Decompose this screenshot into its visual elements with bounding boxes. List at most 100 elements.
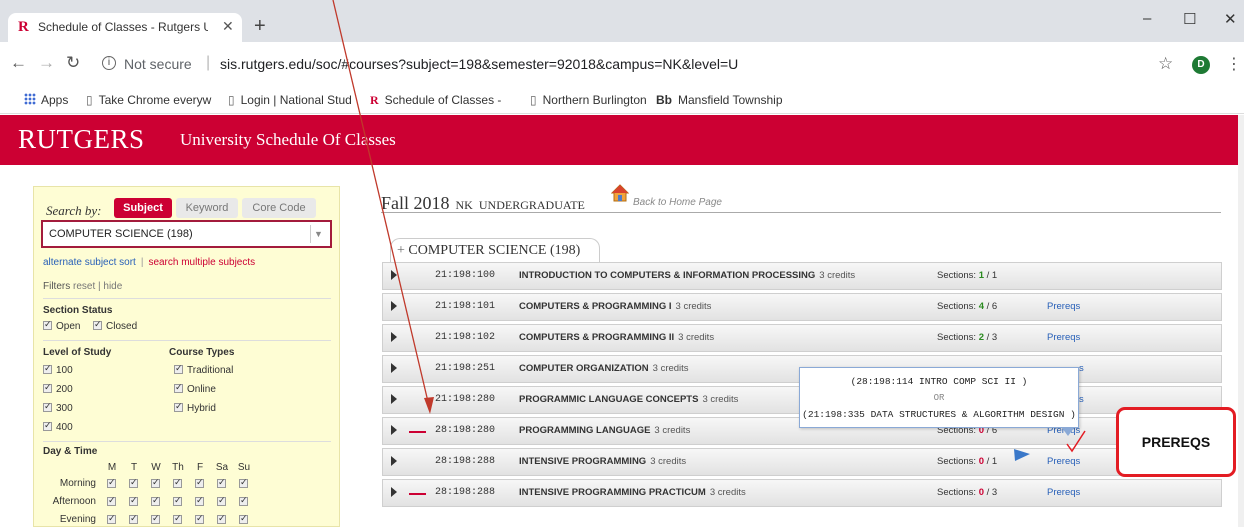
home-icon[interactable] — [611, 184, 629, 202]
course-row[interactable]: 28:198:288 INTENSIVE PROGRAMMING 3 credits… — [382, 448, 1222, 476]
checkbox-closed[interactable]: Closed — [93, 319, 137, 332]
back-arrow-icon[interactable]: ← — [10, 53, 27, 73]
day-time-checkbox[interactable] — [173, 477, 182, 488]
day-time-checkbox[interactable] — [239, 477, 248, 488]
course-row[interactable]: 21:198:101 COMPUTERS & PROGRAMMING I3 cre… — [382, 293, 1222, 321]
subject-select[interactable]: COMPUTER SCIENCE (198) ▼ — [41, 220, 332, 248]
expand-triangle-icon[interactable] — [391, 456, 397, 466]
multiple-subjects-link[interactable]: search multiple subjects — [148, 257, 255, 268]
day-time-checkbox[interactable] — [217, 477, 226, 488]
day-time-checkbox[interactable] — [151, 495, 160, 506]
day-time-checkbox[interactable] — [107, 495, 116, 506]
back-home-link[interactable]: Back to Home Page — [633, 197, 722, 208]
expand-triangle-icon[interactable] — [391, 487, 397, 497]
day-time-checkbox[interactable] — [239, 495, 248, 506]
expand-triangle-icon[interactable] — [391, 425, 397, 435]
tooltip-or: OR — [933, 393, 945, 403]
reload-icon[interactable]: ↻ — [66, 53, 80, 73]
day-time-checkbox[interactable] — [107, 477, 116, 488]
course-row[interactable]: 28:198:288 INTENSIVE PROGRAMMING PRACTICU… — [382, 479, 1222, 507]
bookmark-login[interactable]: ▯ Login | National Stud — [228, 93, 352, 107]
checkbox-online[interactable]: Online — [174, 382, 216, 395]
bookmark-apps[interactable]: Apps — [24, 93, 68, 107]
expand-triangle-icon[interactable] — [391, 301, 397, 311]
checkbox-traditional[interactable]: Traditional — [174, 363, 233, 376]
day-time-checkbox[interactable] — [195, 477, 204, 488]
tab-keyword[interactable]: Keyword — [176, 198, 238, 218]
expand-triangle-icon[interactable] — [391, 270, 397, 280]
day-time-checkbox[interactable] — [173, 513, 182, 524]
course-code: 21:198:102 — [435, 332, 496, 343]
maximize-icon[interactable]: ☐ — [1183, 10, 1196, 28]
prereqs-link[interactable]: s — [1079, 394, 1084, 405]
checkbox-level-100[interactable]: 100 — [43, 363, 73, 376]
address-bar[interactable]: i Not secure | sis.rutgers.edu/soc/#cour… — [102, 51, 1182, 79]
bookmark-northern-burlington[interactable]: ▯ Northern Burlington — [530, 93, 647, 107]
day-label: Sa — [215, 462, 229, 473]
day-time-checkbox[interactable] — [195, 495, 204, 506]
open-sections: 0 — [978, 487, 985, 498]
course-code: 21:198:100 — [435, 270, 496, 281]
bookmark-mansfield[interactable]: Bb Mansfield Township — [656, 93, 783, 107]
expand-icon[interactable]: + — [397, 243, 405, 258]
bookmark-schedule[interactable]: R Schedule of Classes - — [370, 93, 501, 108]
forward-arrow-icon[interactable]: → — [38, 53, 55, 73]
day-time-checkbox[interactable] — [129, 495, 138, 506]
checkbox-level-200[interactable]: 200 — [43, 382, 73, 395]
day-time-checkbox[interactable] — [217, 513, 226, 524]
bookmark-chrome[interactable]: ▯ Take Chrome everyw — [86, 93, 211, 107]
course-credits: 3 credits — [652, 363, 689, 374]
url-text[interactable]: sis.rutgers.edu/soc/#courses?subject=198… — [220, 56, 738, 72]
tab-subject[interactable]: Subject — [114, 198, 172, 218]
closed-dash-icon — [409, 431, 426, 433]
window-close-icon[interactable]: ✕ — [1224, 10, 1237, 28]
alternate-sort-link[interactable]: alternate subject sort — [43, 257, 136, 268]
new-tab-icon[interactable]: + — [254, 16, 266, 36]
chevron-down-icon[interactable]: ▼ — [310, 225, 326, 243]
rutgers-r-icon: R — [370, 93, 379, 107]
rutgers-logo[interactable]: RUTGERS — [18, 124, 145, 155]
checkbox-open[interactable]: Open — [43, 319, 80, 332]
prereqs-link[interactable]: s — [1079, 363, 1084, 374]
day-time-checkbox[interactable] — [173, 495, 182, 506]
expand-triangle-icon[interactable] — [391, 394, 397, 404]
profile-avatar[interactable]: D — [1192, 56, 1210, 74]
checkbox-level-400[interactable]: 400 — [43, 420, 73, 433]
course-row[interactable]: 21:198:100 INTRODUCTION TO COMPUTERS & IN… — [382, 262, 1222, 290]
day-time-checkbox[interactable] — [195, 513, 204, 524]
course-credits: 3 credits — [702, 394, 739, 405]
checkbox-level-300[interactable]: 300 — [43, 401, 73, 414]
menu-kebab-icon[interactable]: ⋮ — [1226, 54, 1242, 74]
tab-close-icon[interactable]: ✕ — [222, 18, 234, 35]
day-time-checkbox[interactable] — [217, 495, 226, 506]
tab-core-code[interactable]: Core Code — [242, 198, 316, 218]
course-row[interactable]: 21:198:102 COMPUTERS & PROGRAMMING II 3 cr… — [382, 324, 1222, 352]
day-time-checkbox[interactable] — [107, 513, 116, 524]
day-time-checkbox[interactable] — [151, 477, 160, 488]
search-by-label: Search by: — [46, 203, 102, 218]
search-panel: Search by: Subject Keyword Core Code COM… — [33, 186, 340, 527]
bookmark-star-icon[interactable]: ☆ — [1158, 54, 1173, 74]
subject-group-title: COMPUTER SCIENCE (198) — [408, 243, 581, 258]
day-time-checkbox[interactable] — [129, 513, 138, 524]
prereqs-link[interactable]: Prereqs — [1047, 332, 1080, 343]
apps-grid-icon — [24, 93, 36, 105]
expand-triangle-icon[interactable] — [391, 332, 397, 342]
prereqs-link[interactable]: Prereqs — [1047, 487, 1080, 498]
checkbox-hybrid[interactable]: Hybrid — [174, 401, 216, 414]
day-time-checkbox[interactable] — [151, 513, 160, 524]
course-credits: 3 credits — [675, 301, 712, 312]
day-time-checkbox[interactable] — [239, 513, 248, 524]
prereqs-link[interactable]: Prereqs — [1047, 301, 1080, 312]
expand-triangle-icon[interactable] — [391, 363, 397, 373]
subject-group-tab[interactable]: + COMPUTER SCIENCE (198) — [390, 238, 600, 262]
prereq-tooltip: (28:198:114 INTRO COMP SCI II ) OR (21:1… — [799, 367, 1079, 436]
page-scrollbar[interactable] — [1238, 115, 1244, 527]
day-time-checkbox[interactable] — [129, 477, 138, 488]
prereqs-link[interactable]: Prereqs — [1047, 456, 1080, 467]
info-icon[interactable]: i — [102, 56, 116, 70]
filters-reset-hide[interactable]: reset | hide — [73, 281, 122, 292]
browser-tab[interactable]: R Schedule of Classes - Rutgers Un ✕ — [8, 13, 242, 42]
minimize-icon[interactable]: – — [1143, 10, 1151, 27]
total-sections: / 3 — [986, 332, 998, 343]
